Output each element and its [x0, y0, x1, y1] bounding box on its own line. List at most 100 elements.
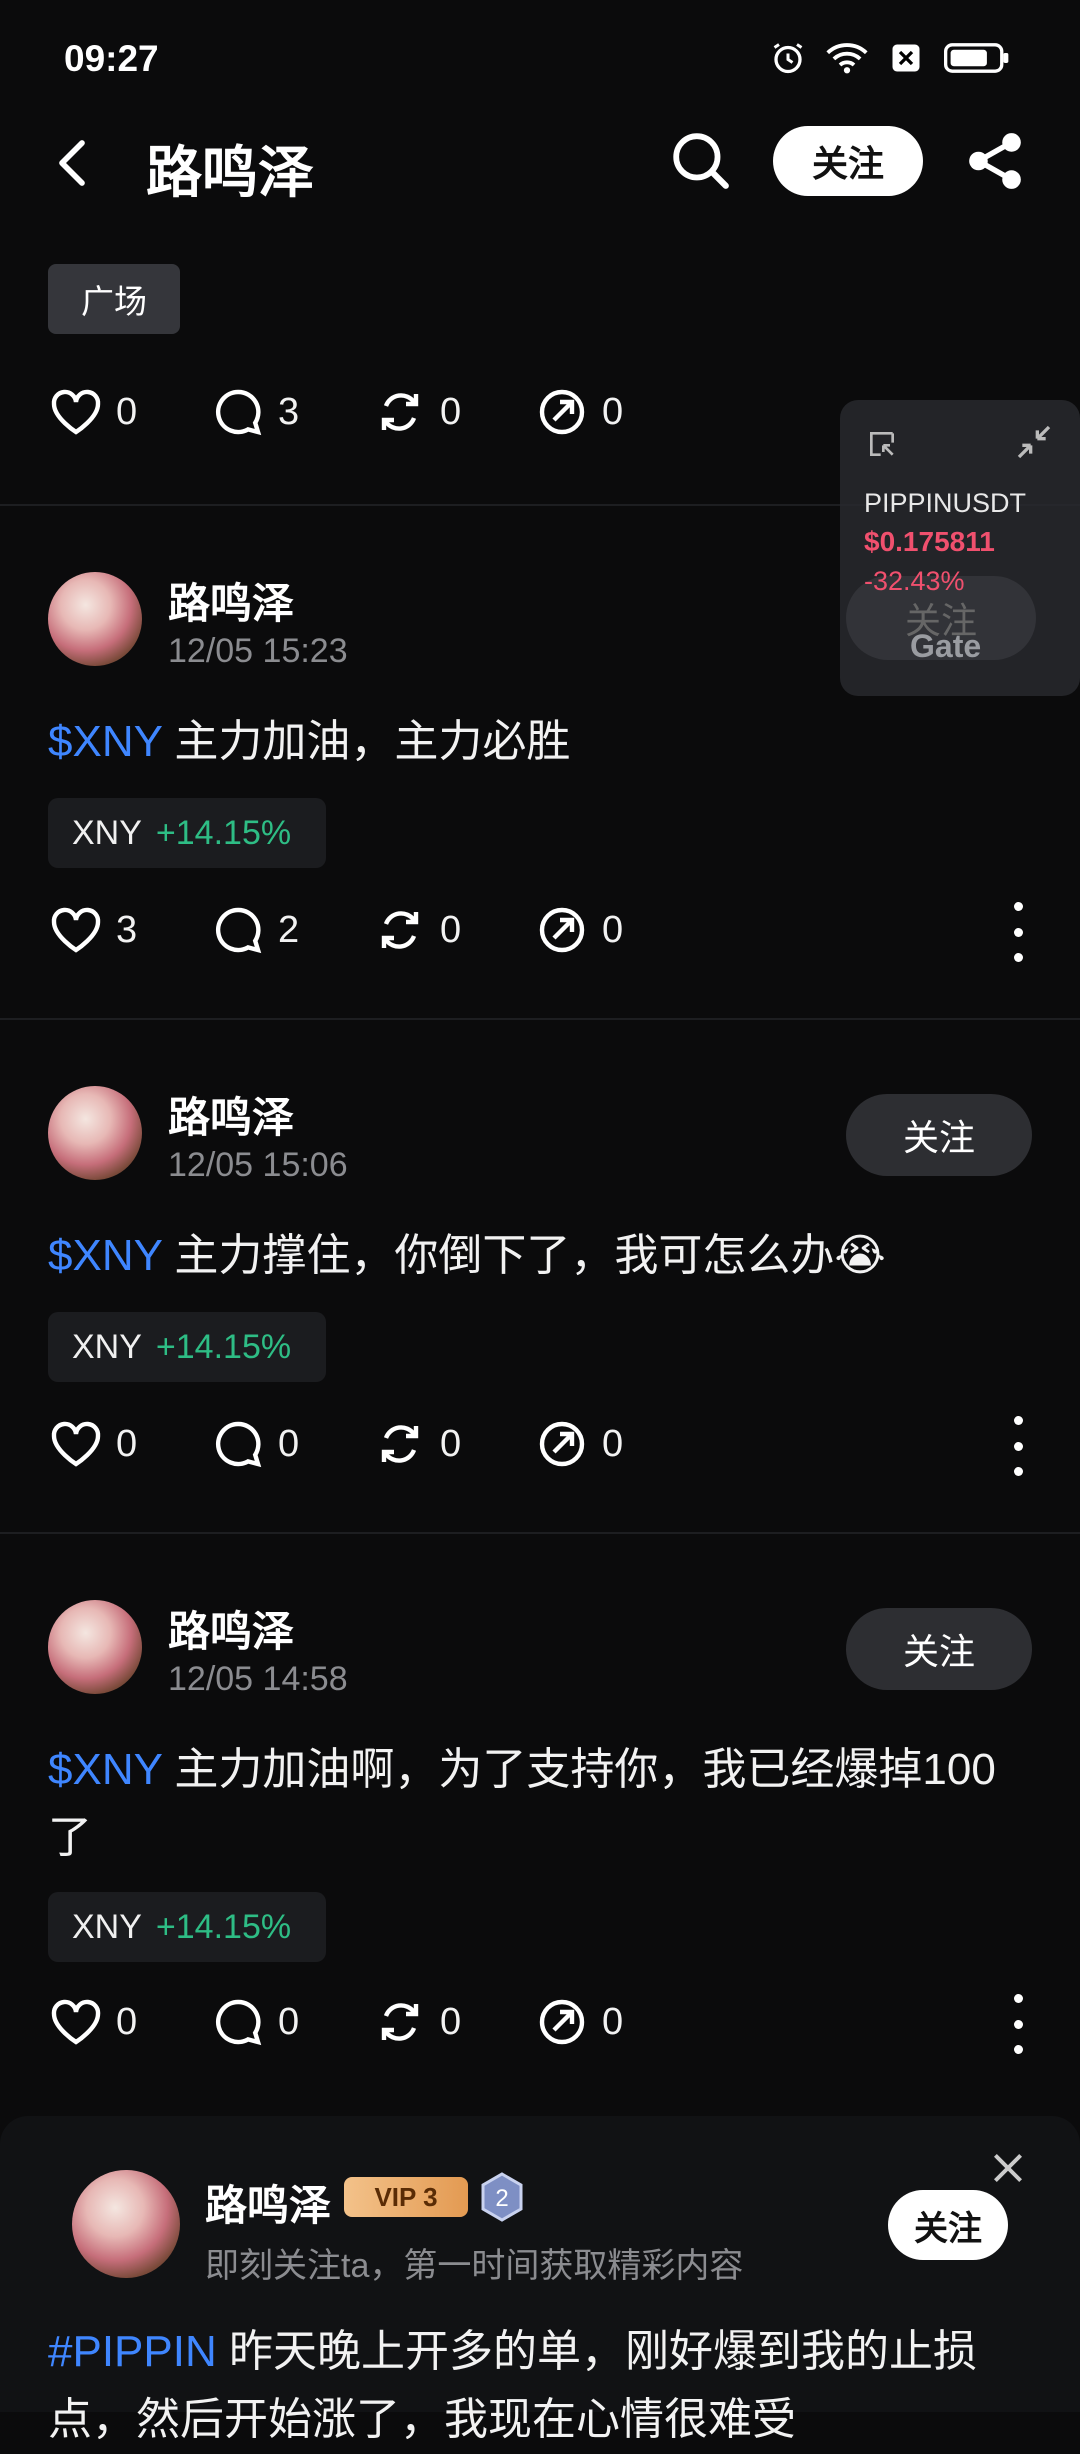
widget-price: $0.175811	[864, 526, 995, 557]
repost-icon	[381, 2003, 419, 2041]
avatar[interactable]	[48, 1086, 142, 1180]
comment-button[interactable]: 0	[212, 1420, 374, 1468]
post-time: 12/05 14:58	[168, 1660, 348, 1698]
widget-symbol: PIPPINUSDT	[864, 488, 1027, 518]
forward-icon	[539, 1421, 585, 1467]
post-author[interactable]: 路鸣泽	[168, 570, 294, 631]
comment-count: 0	[278, 1422, 300, 1465]
sim-off-icon	[892, 44, 920, 72]
comment-icon	[216, 1999, 262, 2046]
ticker-card[interactable]: XNY +14.15%	[48, 1892, 326, 1962]
post-actions: 0 0 0 0	[50, 1420, 698, 1468]
comment-button[interactable]: 3	[212, 388, 374, 436]
repost-count: 0	[440, 390, 462, 433]
avatar[interactable]	[48, 572, 142, 666]
status-time: 09:27	[64, 38, 159, 79]
level-number: 2	[495, 2185, 508, 2212]
follow-button[interactable]: 关注	[846, 1608, 1032, 1690]
header-follow-button[interactable]: 关注	[773, 126, 923, 196]
ticker-card[interactable]: XNY +14.15%	[48, 798, 326, 868]
post-author[interactable]: 路鸣泽	[168, 1598, 294, 1659]
page-title: 路鸣泽	[146, 141, 314, 204]
repost-count: 0	[440, 1422, 462, 1465]
divider	[0, 1018, 1080, 1020]
ticker-change: +14.15%	[155, 1327, 292, 1366]
ticker-tag[interactable]: $XNY	[48, 717, 162, 766]
repost-button[interactable]: 0	[374, 1420, 536, 1468]
share-count: 0	[602, 390, 624, 433]
gate-logo: Gate	[910, 628, 982, 664]
heart-icon	[51, 1421, 101, 1467]
ticker-symbol: XNY	[72, 1327, 142, 1366]
share-count-button[interactable]: 0	[536, 906, 698, 954]
forward-icon	[539, 1999, 585, 2045]
wifi-icon	[826, 43, 868, 74]
like-count: 3	[116, 908, 138, 951]
close-icon[interactable]	[990, 2150, 1026, 2186]
card-author[interactable]: 路鸣泽	[205, 2172, 331, 2233]
post-time: 12/05 15:23	[168, 632, 348, 670]
repost-button[interactable]: 0	[374, 388, 536, 436]
search-icon[interactable]	[670, 130, 732, 192]
post-text[interactable]: $XNY 主力撑住，你倒下了，我可怎么办😭	[48, 1222, 1038, 1290]
like-count: 0	[116, 2000, 138, 2043]
share-count-button[interactable]: 0	[536, 1420, 698, 1468]
post-actions: 3 2 0 0	[50, 906, 698, 954]
forward-icon	[539, 907, 585, 953]
follow-button[interactable]: 关注	[846, 1094, 1032, 1176]
post-body: 主力撑住，你倒下了，我可怎么办😭	[162, 1231, 886, 1280]
post-author[interactable]: 路鸣泽	[168, 1084, 294, 1145]
ticker-symbol: XNY	[72, 813, 142, 852]
post-text[interactable]: $XNY 主力加油啊，为了支持你，我已经爆掉100了	[48, 1736, 1038, 1872]
repost-button[interactable]: 0	[374, 906, 536, 954]
repost-icon	[381, 1425, 419, 1463]
share-count-button[interactable]: 0	[536, 1998, 698, 2046]
repost-count: 0	[440, 908, 462, 951]
like-button[interactable]: 0	[50, 388, 212, 436]
more-icon[interactable]	[1006, 1416, 1030, 1476]
comment-button[interactable]: 0	[212, 1998, 374, 2046]
hashtag[interactable]: #PIPPIN	[48, 2327, 217, 2376]
like-count: 0	[116, 390, 138, 433]
comment-count: 2	[278, 908, 300, 951]
heart-icon	[51, 1999, 101, 2045]
avatar[interactable]	[72, 2170, 180, 2278]
repost-icon	[381, 393, 419, 431]
card-subtitle: 即刻关注ta，第一时间获取精彩内容	[205, 2247, 744, 2285]
vip-badge: VIP 3	[344, 2177, 468, 2217]
ticker-card[interactable]: XNY +14.15%	[48, 1312, 326, 1382]
repost-icon	[381, 911, 419, 949]
alarm-icon	[773, 43, 803, 74]
avatar[interactable]	[48, 1600, 142, 1694]
comment-count: 3	[278, 390, 300, 433]
widget-change: -32.43%	[864, 566, 965, 596]
ticker-symbol: XNY	[72, 1907, 142, 1946]
share-count: 0	[602, 2000, 624, 2043]
ticker-tag[interactable]: $XNY	[48, 1745, 162, 1794]
like-button[interactable]: 0	[50, 1998, 212, 2046]
share-icon[interactable]	[964, 130, 1026, 192]
comment-button[interactable]: 2	[212, 906, 374, 954]
square-chip[interactable]: 广场	[48, 264, 180, 334]
like-button[interactable]: 0	[50, 1420, 212, 1468]
post-text[interactable]: $XNY 主力加油，主力必胜	[48, 708, 1038, 776]
more-icon[interactable]	[1006, 1994, 1030, 2054]
ticker-change: +14.15%	[155, 1907, 292, 1946]
repost-count: 0	[440, 2000, 462, 2043]
post-text[interactable]: #PIPPIN 昨天晚上开多的单，刚好爆到我的止损点，然后开始涨了，我现在心情很…	[48, 2318, 1048, 2454]
price-widget[interactable]: 关注 PIPPINUSDT $0.175811 -32.43% Gate	[840, 400, 1080, 696]
collapse-icon[interactable]	[1014, 422, 1054, 462]
ticker-tag[interactable]: $XNY	[48, 1231, 162, 1280]
like-button[interactable]: 3	[50, 906, 212, 954]
ticker-change: +14.15%	[155, 813, 292, 852]
expand-window-icon[interactable]	[866, 428, 898, 460]
post-body: 主力加油啊，为了支持你，我已经爆掉100了	[48, 1745, 996, 1862]
more-icon[interactable]	[1006, 902, 1030, 962]
share-count-button[interactable]: 0	[536, 388, 698, 436]
divider	[0, 1532, 1080, 1534]
back-icon[interactable]	[52, 138, 92, 188]
comment-icon	[216, 1421, 262, 1468]
post-actions: 0 0 0 0	[50, 1998, 698, 2046]
card-follow-button[interactable]: 关注	[888, 2190, 1008, 2260]
repost-button[interactable]: 0	[374, 1998, 536, 2046]
